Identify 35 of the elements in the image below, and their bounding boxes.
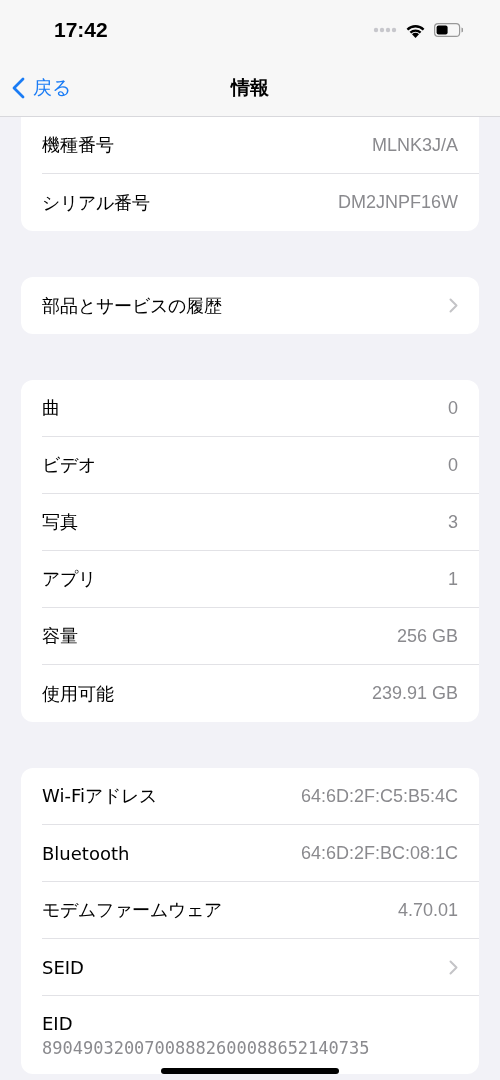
- row-label: 機種番号: [42, 133, 114, 157]
- row-value: DM2JNPF16W: [338, 192, 458, 213]
- row-value: 256 GB: [396, 625, 458, 647]
- row-label: モデムファームウェア: [42, 898, 222, 922]
- row-value: 64:6D:2F:BC:08:1C: [300, 842, 458, 864]
- row-label: シリアル番号: [42, 190, 150, 215]
- chevron-icon: [449, 298, 458, 313]
- row-value: 239.91 GB: [371, 683, 458, 704]
- wifi-icon: [405, 22, 426, 38]
- row-value: 0: [448, 397, 458, 419]
- signal-icon: [373, 27, 397, 33]
- chevron-icon: [449, 959, 458, 975]
- back-button[interactable]: 戻る: [0, 75, 71, 101]
- row-label: EID: [42, 1012, 73, 1034]
- nav-title: 情報: [231, 75, 269, 100]
- row-value: 1: [448, 568, 458, 590]
- back-chevron-icon: [12, 77, 25, 99]
- status-time: 17:42: [54, 18, 108, 42]
- row-value: 89049032007008882600088652140735: [42, 1037, 370, 1058]
- row-label: ビデオ: [42, 453, 96, 477]
- row-label: Bluetooth: [42, 842, 130, 864]
- row-label[interactable]: SEID: [42, 956, 84, 978]
- row-label: 写真: [42, 510, 78, 534]
- row-value: 4.70.01: [397, 899, 458, 921]
- row-label: 曲: [42, 396, 60, 420]
- row-label: 容量: [42, 624, 78, 648]
- row-value: 64:6D:2F:C5:B5:4C: [300, 785, 458, 807]
- row-label: 使用可能: [42, 681, 114, 706]
- row-value: 0: [448, 454, 458, 476]
- battery-icon: [434, 23, 464, 37]
- row-value: 3: [448, 511, 458, 533]
- row-label: アプリ: [42, 567, 96, 591]
- row-value: MLNK3J/A: [371, 134, 458, 156]
- row-label[interactable]: 部品とサービスの履歴: [42, 293, 222, 318]
- row-label: Wi-Fiアドレス: [42, 784, 157, 808]
